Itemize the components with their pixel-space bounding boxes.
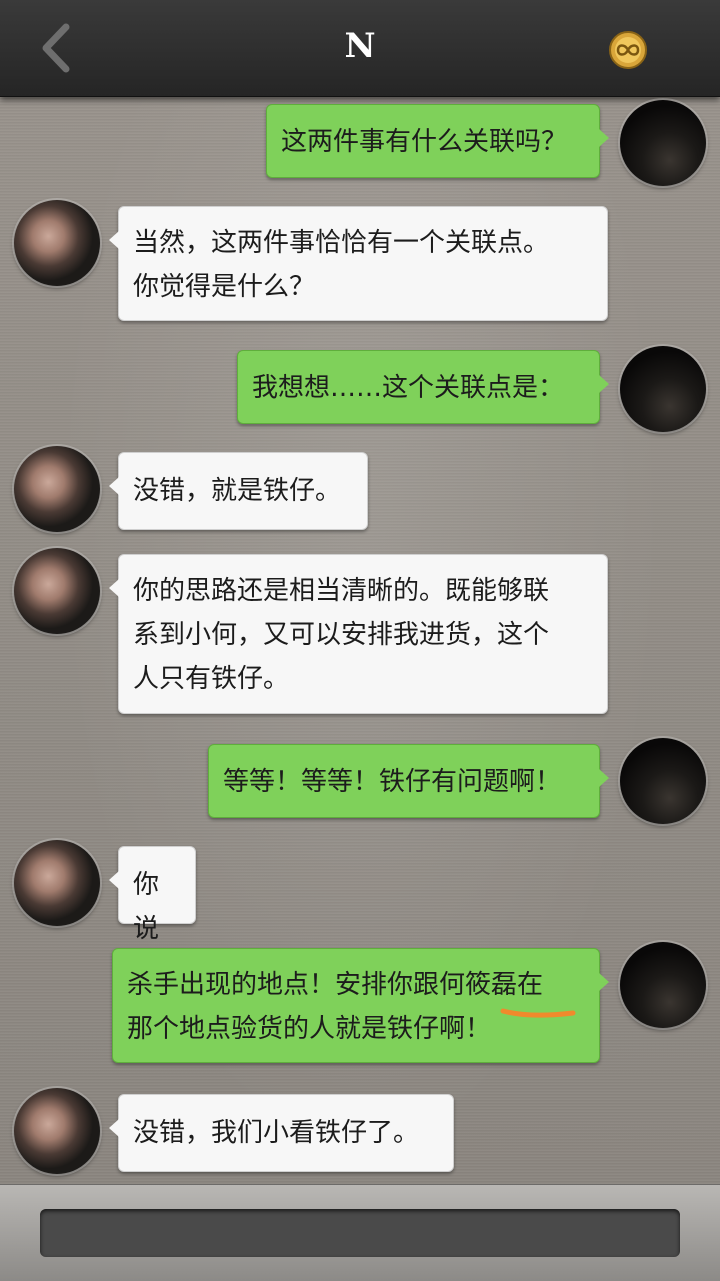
message-line: 人只有铁仔。 [133,664,290,694]
contact-avatar[interactable] [14,548,100,634]
message-line: 当然，这两件事恰恰有一个关联点。 [133,228,550,258]
message-bubble-outgoing[interactable]: 这两件事有什么关联吗？ [266,104,609,178]
message-line: 没错，我们小看铁仔了。 [133,1118,420,1148]
contact-avatar[interactable] [14,200,100,286]
message-list[interactable]: 这两件事有什么关联吗？ 当然，这两件事恰恰有一个关联点。 你觉得是什么？ 我想想… [0,96,720,1184]
contact-avatar[interactable] [14,1088,100,1174]
message-line: 等等！等等！铁仔有问题啊！ [223,767,562,797]
top-bar: N [0,0,720,97]
message-line: 没错，就是铁仔。 [133,476,342,506]
message-bubble-incoming[interactable]: 当然，这两件事恰恰有一个关联点。 你觉得是什么？ [109,206,608,321]
message-line: 我想想……这个关联点是： [252,373,565,403]
infinity-coin-button[interactable] [606,28,650,72]
message-line: 你的思路还是相当清晰的。既能够联 [133,576,550,606]
own-avatar[interactable] [620,346,706,432]
contact-avatar[interactable] [14,446,100,532]
contact-avatar[interactable] [14,840,100,926]
infinity-coin-icon [609,31,647,69]
own-avatar[interactable] [620,738,706,824]
message-bubble-incoming[interactable]: 你说 [109,846,196,944]
message-line: 杀手出现的地点！安排你跟何筱磊在 [127,970,544,1000]
own-avatar[interactable] [620,100,706,186]
message-bubble-incoming[interactable]: 你的思路还是相当清晰的。既能够联 系到小何，又可以安排我进货，这个 人只有铁仔。 [109,554,608,714]
message-line: 系到小何，又可以安排我进货，这个 [133,620,550,650]
message-bubble-incoming[interactable]: 没错，我们小看铁仔了。 [109,1094,454,1172]
message-bubble-outgoing[interactable]: 等等！等等！铁仔有问题啊！ [208,744,609,818]
own-avatar[interactable] [620,942,706,1028]
message-line: 你觉得是什么？ [133,272,316,302]
message-line: 这两件事有什么关联吗？ [281,127,568,157]
handwritten-underline-annotation [500,1008,576,1018]
message-input[interactable] [40,1209,680,1257]
input-bar [0,1184,720,1281]
message-bubble-outgoing[interactable]: 我想想……这个关联点是： [237,350,609,424]
message-bubble-incoming[interactable]: 没错，就是铁仔。 [109,452,368,530]
message-line: 你说 [133,870,160,944]
